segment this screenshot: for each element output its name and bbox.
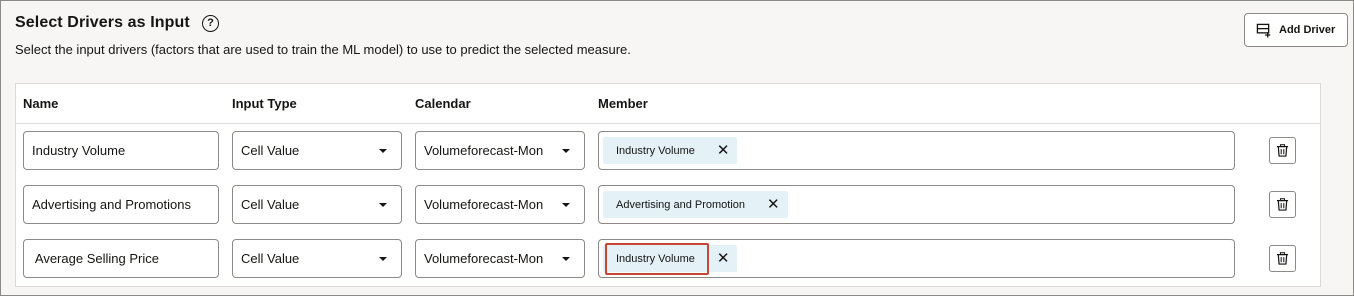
delete-row-button[interactable] (1269, 137, 1296, 164)
chevron-down-icon (562, 149, 570, 153)
close-icon[interactable]: ✕ (717, 251, 730, 266)
close-icon[interactable]: ✕ (717, 143, 730, 158)
driver-name-field[interactable]: Average Selling Price (23, 239, 219, 278)
table-row: Advertising and Promotions Cell Value Vo… (16, 178, 1320, 232)
chevron-down-icon (379, 257, 387, 261)
delete-row-button[interactable] (1269, 245, 1296, 272)
calendar-select[interactable]: Volumeforecast-Mon (415, 185, 585, 224)
chevron-down-icon (379, 203, 387, 207)
calendar-value: Volumeforecast-Mon (424, 197, 544, 212)
drivers-table: Name Input Type Calendar Member Industry… (15, 83, 1321, 287)
member-chip-label: Advertising and Promotion (616, 198, 746, 211)
member-selector[interactable]: Advertising and Promotion ✕ (598, 185, 1235, 224)
drivers-panel: Select Drivers as Input ? Select the inp… (0, 0, 1354, 296)
section-subtitle: Select the input drivers (factors that a… (15, 42, 631, 57)
table-row: Average Selling Price Cell Value Volumef… (16, 232, 1320, 286)
trash-icon (1276, 252, 1289, 265)
input-type-select[interactable]: Cell Value (232, 239, 402, 278)
help-circle-icon[interactable]: ? (202, 15, 219, 32)
driver-name-field[interactable]: Advertising and Promotions (23, 185, 219, 224)
calendar-value: Volumeforecast-Mon (424, 251, 544, 266)
member-chip: Industry Volume ✕ (603, 137, 738, 164)
table-header: Name Input Type Calendar Member (16, 84, 1320, 124)
trash-icon (1276, 144, 1289, 157)
chevron-down-icon (562, 257, 570, 261)
chevron-down-icon (562, 203, 570, 207)
input-type-select[interactable]: Cell Value (232, 131, 402, 170)
close-icon[interactable]: ✕ (767, 197, 780, 212)
delete-row-button[interactable] (1269, 191, 1296, 218)
member-chip: Industry Volume ✕ (603, 245, 738, 272)
column-header-name: Name (23, 96, 59, 111)
add-driver-button[interactable]: Add Driver (1244, 13, 1348, 47)
input-type-value: Cell Value (241, 197, 300, 212)
chevron-down-icon (379, 149, 387, 153)
calendar-select[interactable]: Volumeforecast-Mon (415, 239, 585, 278)
column-header-member: Member (598, 96, 648, 111)
calendar-select[interactable]: Volumeforecast-Mon (415, 131, 585, 170)
input-type-value: Cell Value (241, 251, 300, 266)
input-type-value: Cell Value (241, 143, 300, 158)
column-header-calendar: Calendar (415, 96, 471, 111)
add-driver-label: Add Driver (1279, 24, 1336, 36)
calendar-value: Volumeforecast-Mon (424, 143, 544, 158)
table-row: Industry Volume Cell Value Volumeforecas… (16, 124, 1320, 178)
member-chip-label: Industry Volume (616, 252, 695, 265)
member-chip-label: Industry Volume (616, 144, 695, 157)
member-selector[interactable]: Industry Volume ✕ (598, 131, 1235, 170)
column-header-input-type: Input Type (232, 96, 297, 111)
member-selector[interactable]: Industry Volume ✕ (598, 239, 1235, 278)
member-chip: Advertising and Promotion ✕ (603, 191, 788, 218)
section-title: Select Drivers as Input (15, 14, 190, 31)
driver-name-field[interactable]: Industry Volume (23, 131, 219, 170)
input-type-select[interactable]: Cell Value (232, 185, 402, 224)
trash-icon (1276, 198, 1289, 211)
add-row-icon (1256, 23, 1271, 38)
